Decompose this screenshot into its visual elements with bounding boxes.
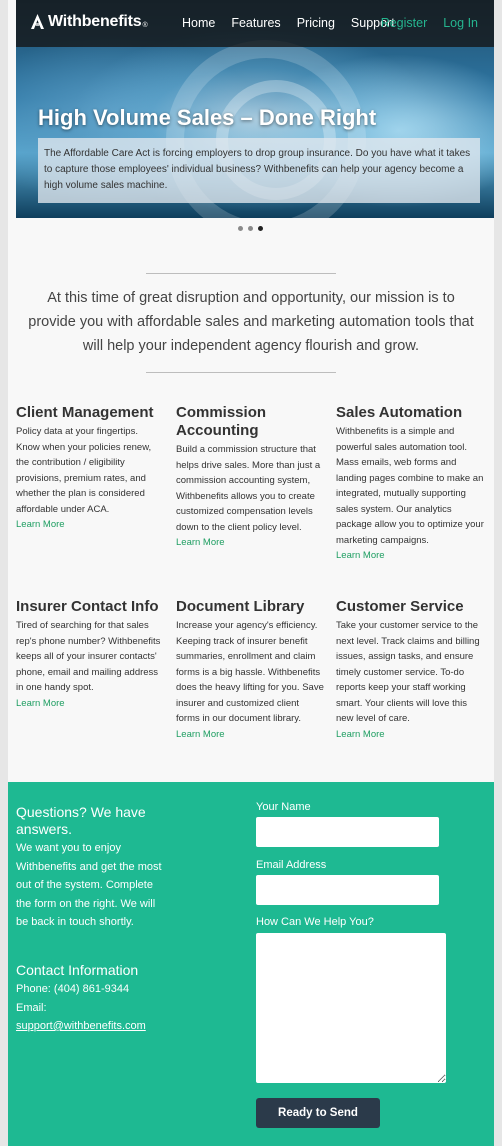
carousel-dot[interactable] [248, 226, 253, 231]
email-label: Email Address [256, 859, 327, 871]
submit-button[interactable]: Ready to Send [256, 1098, 380, 1128]
contact-info: Phone: (404) 861-9344 Email: support@wit… [16, 980, 146, 1036]
hero-title: High Volume Sales – Done Right [38, 105, 377, 130]
feature-text: Tired of searching for that sales rep's … [16, 620, 161, 693]
contact-heading: Questions? We have answers. [16, 804, 146, 837]
feature-customer-service: Customer Service Take your customer serv… [336, 598, 484, 742]
feature-title: Insurer Contact Info [16, 598, 159, 615]
learn-more-link[interactable]: Learn More [176, 536, 324, 550]
help-textarea[interactable] [256, 933, 446, 1083]
feature-title: Sales Automation [336, 404, 463, 421]
feature-title: Commission Accounting [176, 404, 267, 439]
learn-more-link[interactable]: Learn More [336, 549, 484, 563]
learn-more-link[interactable]: Learn More [336, 728, 484, 742]
divider [146, 372, 336, 373]
feature-sales-automation: Sales Automation Withbenefits is a simpl… [336, 404, 484, 563]
account-nav: Register Log In [365, 16, 478, 30]
contact-section: Questions? We have answers. We want you … [8, 782, 494, 1146]
name-field[interactable] [256, 817, 439, 847]
feature-insurer-contact-info: Insurer Contact Info Tired of searching … [16, 598, 164, 711]
carousel-dot[interactable] [238, 226, 243, 231]
feature-text: Policy data at your fingertips. Know whe… [16, 426, 152, 515]
contact-intro: We want you to enjoy Withbenefits and ge… [16, 842, 162, 928]
carousel-dot-active[interactable] [258, 226, 263, 231]
feature-title: Customer Service [336, 598, 464, 615]
contact-info-heading: Contact Information [16, 962, 139, 978]
nav-pricing[interactable]: Pricing [297, 16, 335, 30]
nav-features[interactable]: Features [231, 16, 280, 30]
carousel-indicators [238, 226, 268, 231]
learn-more-link[interactable]: Learn More [16, 518, 164, 532]
name-label: Your Name [256, 801, 311, 813]
email-field[interactable] [256, 875, 439, 905]
page: Withbenefits ® Home Features Pricing Sup… [8, 0, 494, 1146]
divider [146, 273, 336, 274]
feature-document-library: Document Library Increase your agency's … [176, 598, 324, 742]
feature-commission-accounting: Commission Accounting Build a commission… [176, 404, 324, 550]
feature-text: Take your customer service to the next l… [336, 620, 480, 724]
register-link[interactable]: Register [381, 16, 428, 30]
contact-phone: Phone: (404) 861-9344 [16, 983, 130, 995]
learn-more-link[interactable]: Learn More [16, 697, 164, 711]
registered-mark: ® [142, 21, 148, 29]
login-link[interactable]: Log In [443, 16, 478, 30]
feature-text: Increase your agency's efficiency. Keepi… [176, 620, 324, 724]
brand-name: Withbenefits [48, 13, 142, 30]
feature-client-management: Client Management Policy data at your fi… [16, 404, 164, 532]
brand-logo[interactable]: Withbenefits ® [30, 13, 148, 31]
learn-more-link[interactable]: Learn More [176, 728, 324, 742]
feature-text: Build a commission structure that helps … [176, 444, 321, 533]
hero-description: The Affordable Care Act is forcing emplo… [38, 138, 480, 203]
contact-email-link[interactable]: support@withbenefits.com [16, 1020, 146, 1032]
contact-email-label: Email: [16, 1001, 47, 1014]
top-navbar: Withbenefits ® Home Features Pricing Sup… [16, 0, 494, 47]
hero-banner: Withbenefits ® Home Features Pricing Sup… [16, 0, 494, 218]
nav-home[interactable]: Home [182, 16, 215, 30]
feature-title: Client Management [16, 404, 154, 421]
help-label: How Can We Help You? [256, 916, 374, 928]
logo-icon [31, 14, 44, 29]
feature-title: Document Library [176, 598, 305, 615]
feature-text: Withbenefits is a simple and powerful sa… [336, 426, 484, 546]
mission-statement: At this time of great disruption and opp… [28, 290, 474, 354]
